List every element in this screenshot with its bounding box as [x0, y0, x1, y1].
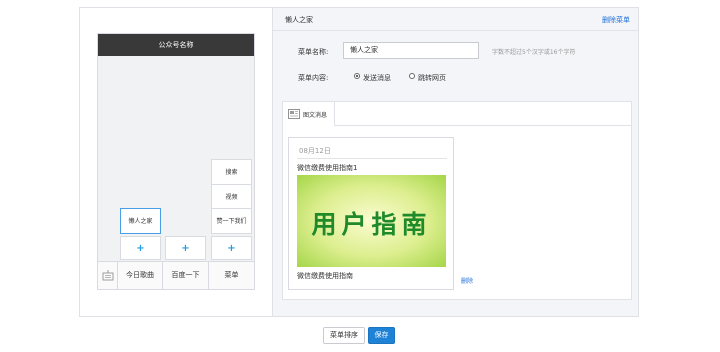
delete-content-link[interactable]: 删除 — [461, 276, 473, 285]
submenu-item-label: 视频 — [225, 194, 238, 201]
cover-title: 用户指南 — [311, 210, 432, 239]
card-cover-image: 用户指南 — [297, 175, 446, 267]
submenu-item-like[interactable]: 赞一下我们 — [211, 208, 252, 234]
add-submenu-button-3[interactable]: + — [211, 236, 252, 260]
menu-item-label: 百度一下 — [171, 271, 200, 279]
news-card[interactable]: 08月12日 微信缴费使用指南1 用户指南 微信缴费使用指南 — [288, 137, 454, 290]
tab-label: 图文消息 — [303, 112, 328, 119]
card-caption: 微信缴费使用指南 — [297, 272, 353, 280]
delete-menu-link[interactable]: 删除菜单 — [602, 15, 630, 25]
news-icon — [288, 109, 300, 119]
panel-title: 懒人之家 — [285, 16, 313, 24]
phone-menu-bar: 今日歌曲 百度一下 菜单 — [98, 261, 254, 289]
phone-header-title: 公众号名称 — [98, 34, 254, 56]
submenu-item-label: 赞一下我们 — [216, 218, 247, 225]
add-submenu-button-2[interactable]: + — [165, 236, 206, 260]
submenu-item-search[interactable]: 搜索 — [211, 159, 252, 185]
keyboard-icon[interactable] — [98, 262, 118, 289]
menu-name-hint: 字数不超过5个汉字或16个字符 — [492, 49, 576, 56]
menu-name-label: 菜单名称: — [298, 48, 329, 56]
content-tab-strip: 图文消息 — [283, 102, 631, 126]
menu-sort-button[interactable]: 菜单排序 — [323, 327, 365, 344]
card-divider — [297, 158, 447, 159]
add-submenu-button-1[interactable]: + — [120, 236, 161, 260]
tab-news-message[interactable]: 图文消息 — [283, 102, 335, 126]
message-content-area: 图文消息 08月12日 微信缴费使用指南1 用户指南 微信缴费使用指南 删除 — [282, 101, 632, 300]
menu-item-menu[interactable]: 菜单 — [209, 262, 254, 289]
phone-preview: 公众号名称 懒人之家 + + 搜索 视频 赞一下我们 + 今日歌曲 百度一下 菜… — [97, 33, 255, 290]
plus-icon: + — [181, 243, 190, 254]
save-button[interactable]: 保存 — [368, 327, 395, 344]
menu-item-label: 今日歌曲 — [126, 271, 154, 279]
menu-content-label: 菜单内容: — [298, 74, 329, 82]
panel-header: 懒人之家 删除菜单 — [273, 8, 638, 31]
card-title: 微信缴费使用指南1 — [297, 164, 358, 172]
menu-item-label: 菜单 — [224, 271, 239, 279]
card-date: 08月12日 — [299, 147, 331, 155]
menu-item-today-song[interactable]: 今日歌曲 — [118, 262, 163, 289]
radio-send-message-label[interactable]: 发送消息 — [363, 73, 391, 83]
menu-item-baidu[interactable]: 百度一下 — [163, 262, 209, 289]
radio-send-message[interactable] — [354, 73, 360, 79]
plus-icon: + — [136, 243, 145, 254]
submenu-item-video[interactable]: 视频 — [211, 184, 252, 209]
submenu-item-label: 懒人之家 — [128, 218, 153, 225]
submenu-item-label: 搜索 — [225, 169, 238, 176]
radio-jump-webpage[interactable] — [409, 73, 415, 79]
menu-edit-panel: 懒人之家 删除菜单 菜单名称: 懒人之家 字数不超过5个汉字或16个字符 菜单内… — [272, 8, 638, 316]
radio-jump-webpage-label[interactable]: 跳转网页 — [418, 73, 446, 83]
plus-icon: + — [227, 243, 236, 254]
submenu-item-lanren[interactable]: 懒人之家 — [120, 208, 161, 234]
menu-name-input[interactable]: 懒人之家 — [343, 42, 479, 59]
